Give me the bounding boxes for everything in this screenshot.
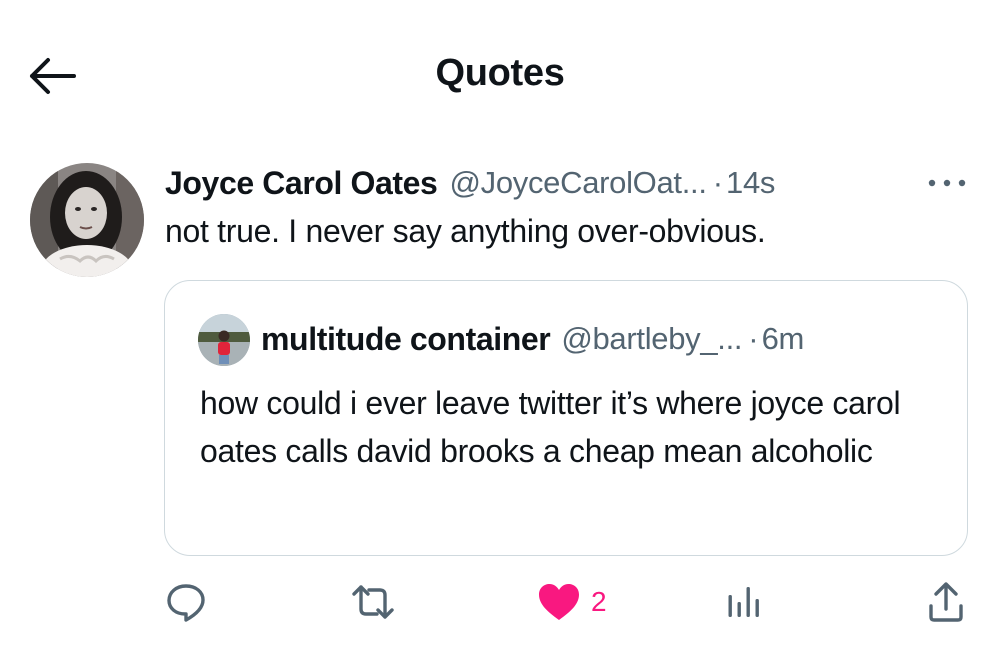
quoted-tweet-timestamp: 6m — [761, 321, 805, 356]
author-name[interactable]: Joyce Carol Oates — [165, 165, 438, 202]
reply-icon — [167, 584, 205, 622]
share-button[interactable] — [926, 580, 966, 624]
more-horizontal-icon — [928, 179, 966, 187]
views-button[interactable] — [726, 580, 762, 624]
tweet-timestamp[interactable]: 14s — [726, 165, 775, 201]
quoted-separator-dot: · — [748, 321, 759, 356]
quoted-author-avatar — [198, 314, 250, 366]
quoted-tweet-header: multitude container @bartleby_... · 6m — [261, 319, 804, 359]
heart-filled-icon — [539, 584, 579, 620]
quoted-tweet-card[interactable]: multitude container @bartleby_... · 6m h… — [164, 280, 968, 556]
like-button[interactable]: 2 — [537, 580, 607, 624]
more-options-button[interactable] — [925, 172, 969, 194]
like-count: 2 — [591, 586, 607, 617]
quoted-author-handle: @bartleby_... — [561, 321, 743, 356]
share-icon — [929, 582, 963, 622]
analytics-icon — [728, 587, 759, 617]
retweet-icon — [352, 585, 394, 619]
quoted-author-name: multitude container — [261, 320, 551, 357]
reply-button[interactable] — [165, 580, 207, 624]
author-handle[interactable]: @JoyceCarolOat... — [449, 165, 707, 201]
page-title: Quotes — [435, 52, 565, 94]
tweet-text: not true. I never say anything over-obvi… — [165, 213, 766, 249]
retweet-button[interactable] — [350, 580, 396, 624]
separator-dot: · — [712, 165, 724, 200]
author-avatar[interactable] — [30, 163, 144, 277]
tweet-header: Joyce Carol Oates @JoyceCarolOat... · 14… — [165, 163, 775, 203]
quoted-tweet-text: how could i ever leave twitter it’s wher… — [200, 385, 901, 469]
